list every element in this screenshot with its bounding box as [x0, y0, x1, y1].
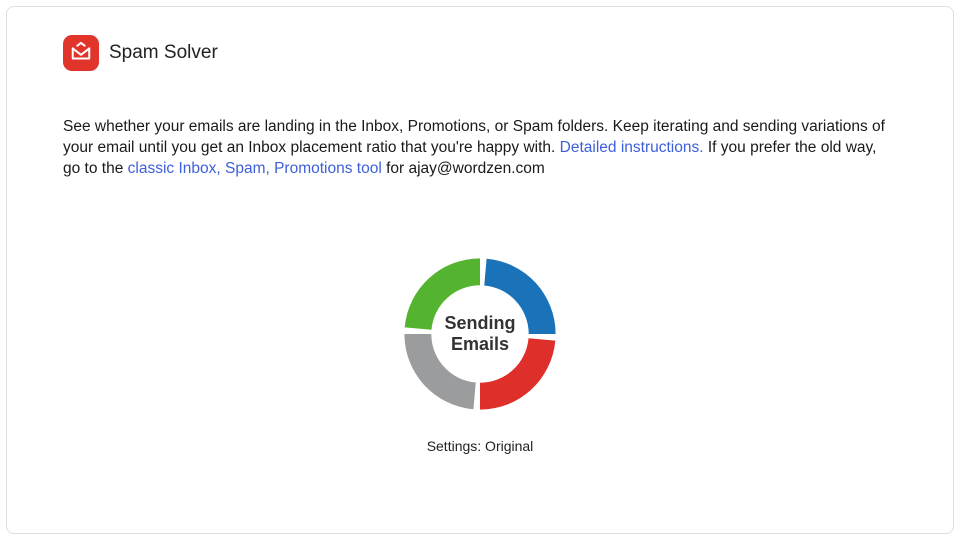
classic-tool-link[interactable]: classic Inbox, Spam, Promotions tool [128, 160, 382, 177]
settings-label: Settings: Original [427, 438, 534, 454]
spinner-center-label: Sending Emails [396, 250, 564, 418]
sending-spinner: Sending Emails [396, 250, 564, 418]
intro-part-3: for ajay@wordzen.com [382, 160, 545, 177]
intro-text: See whether your emails are landing in t… [63, 117, 897, 180]
detailed-instructions-link[interactable]: Detailed instructions. [560, 139, 704, 156]
app-title: Spam Solver [109, 42, 218, 64]
header: Spam Solver [63, 35, 897, 71]
main-card: Spam Solver See whether your emails are … [6, 6, 954, 534]
app-logo-icon [63, 35, 99, 71]
spinner-area: Sending Emails Settings: Original [63, 250, 897, 454]
